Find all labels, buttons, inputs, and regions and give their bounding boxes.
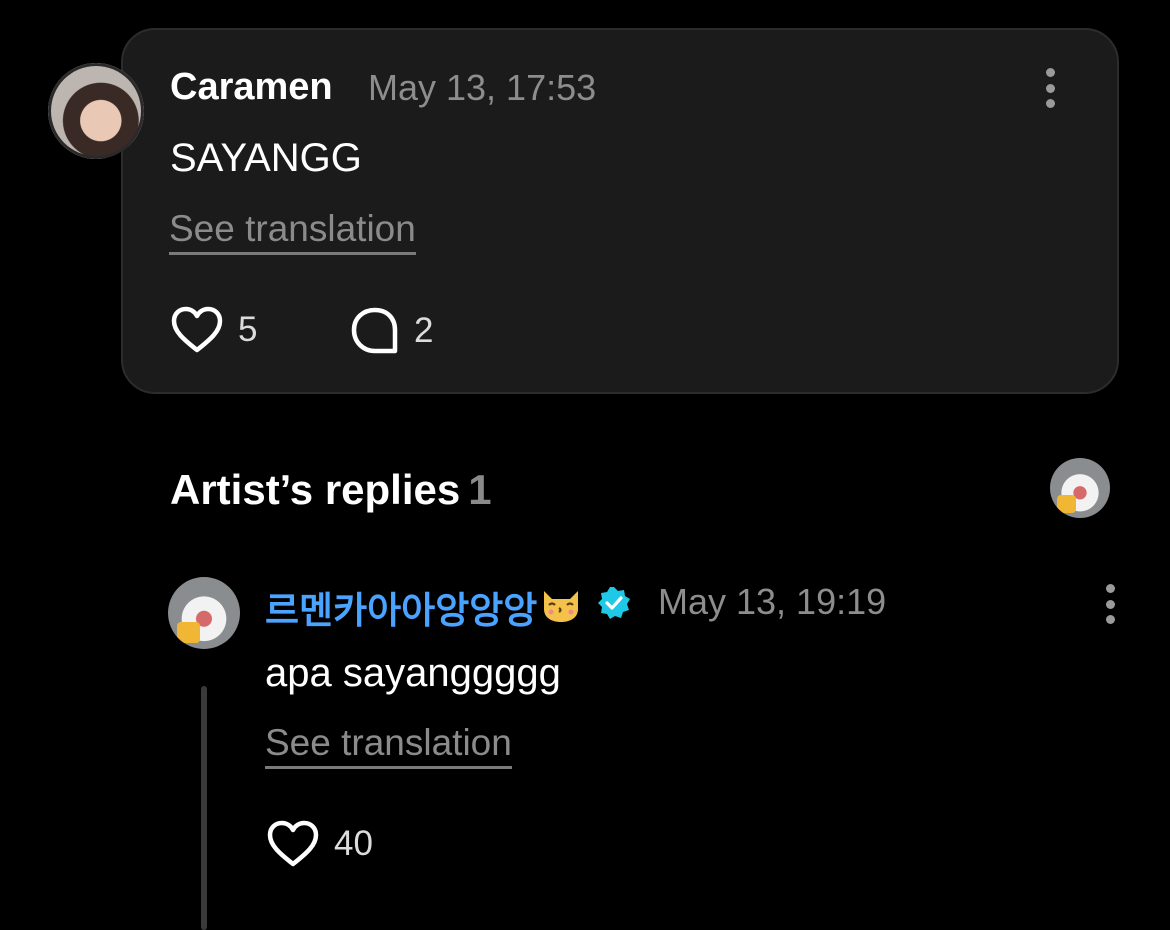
reply-text: apa sayanggggg — [265, 651, 561, 695]
reply-like-button[interactable]: 40 — [266, 820, 373, 868]
comment-reply-count: 2 — [414, 311, 434, 350]
commenter-avatar[interactable] — [48, 63, 144, 159]
artist-replies-count: 1 — [468, 466, 492, 513]
reply-like-count: 40 — [334, 824, 373, 863]
reply-see-translation-link[interactable]: See translation — [265, 722, 512, 769]
reply-author[interactable]: 르멘카아아앙앙앙 — [265, 580, 537, 634]
kissing-cat-emoji-icon — [544, 591, 578, 622]
heart-icon — [267, 820, 319, 867]
reply-more-options-icon[interactable] — [1104, 584, 1116, 624]
artist-replies-heading: Artist’s replies 1 — [170, 466, 492, 514]
comment-text: SAYANGG — [170, 136, 362, 180]
heart-icon — [171, 306, 223, 353]
comment-like-count: 5 — [238, 310, 258, 349]
comment-see-translation-link[interactable]: See translation — [169, 208, 416, 255]
reply-timestamp: May 13, 19:19 — [658, 581, 887, 622]
verified-badge-icon — [598, 587, 630, 619]
thread-line — [201, 686, 207, 930]
artist-replies-title: Artist’s replies — [170, 466, 461, 513]
comment-bubble-icon — [351, 307, 398, 354]
comment-like-button[interactable]: 5 — [170, 306, 257, 354]
comment-timestamp: May 13, 17:53 — [368, 67, 597, 108]
artist-header-avatar[interactable] — [1050, 458, 1110, 518]
comment-more-options-icon[interactable] — [1044, 68, 1056, 108]
artist-avatar[interactable] — [168, 577, 240, 649]
comment-reply-button[interactable]: 2 — [350, 306, 433, 356]
comment-author[interactable]: Caramen — [170, 66, 333, 109]
